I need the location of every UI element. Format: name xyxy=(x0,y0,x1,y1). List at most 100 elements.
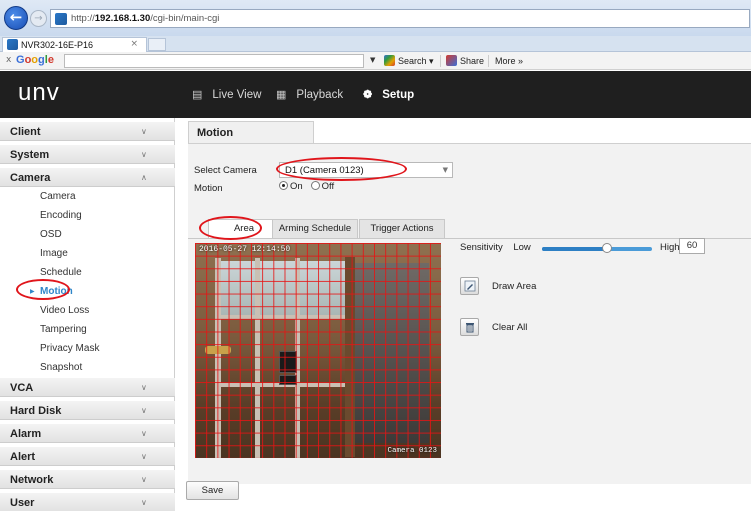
select-camera-label: Select Camera xyxy=(194,165,257,176)
sidebar-item-privacy-mask[interactable]: Privacy Mask xyxy=(40,343,99,354)
share-icon xyxy=(446,55,457,66)
toolbar-separator xyxy=(488,55,489,67)
chevron-down-icon: ∨ xyxy=(141,452,147,461)
sidebar-item-tampering[interactable]: Tampering xyxy=(40,324,87,335)
sensitivity-slider-handle[interactable] xyxy=(602,243,612,253)
sidebar-section-alert[interactable]: Alert ∨ xyxy=(0,447,175,466)
url-text: http://192.168.1.30/cgi-bin/main-cgi xyxy=(71,13,220,24)
google-search-input[interactable] xyxy=(64,54,364,68)
sensitivity-slider-fill xyxy=(542,247,607,251)
sidebar-item-camera[interactable]: Camera xyxy=(40,191,76,202)
selected-arrow-icon: ▶ xyxy=(30,288,35,295)
chevron-down-icon: ▼ xyxy=(442,166,448,174)
sidebar-section-label: Hard Disk xyxy=(10,405,62,417)
back-button[interactable]: ← xyxy=(4,6,28,30)
google-search-icon xyxy=(384,55,395,66)
draw-area-button[interactable] xyxy=(460,277,479,295)
browser-tab[interactable]: NVR302-16E-P16 × xyxy=(2,37,147,52)
chevron-down-icon: ∨ xyxy=(141,429,147,438)
chevron-down-icon: ∨ xyxy=(141,127,147,136)
chevron-up-icon: ∧ xyxy=(141,173,147,182)
draw-area-label: Draw Area xyxy=(492,281,537,292)
sidebar-section-label: Camera xyxy=(10,172,51,184)
forward-button[interactable]: → xyxy=(30,10,47,27)
sidebar-item-encoding[interactable]: Encoding xyxy=(40,210,82,221)
sidebar-section-network[interactable]: Network ∨ xyxy=(0,470,175,489)
chevron-down-icon: ∨ xyxy=(141,406,147,415)
sidebar-item-snapshot[interactable]: Snapshot xyxy=(40,362,82,373)
chevron-down-icon: ∨ xyxy=(141,498,147,507)
monitor-icon: ▤ xyxy=(192,89,203,101)
chevron-down-icon: ∨ xyxy=(141,150,147,159)
sidebar-section-camera[interactable]: Camera ∧ xyxy=(0,168,175,187)
motion-on-radio[interactable]: On xyxy=(279,181,303,192)
sidebar-item-motion[interactable]: Motion xyxy=(40,286,73,297)
more-button[interactable]: More » xyxy=(495,54,523,68)
sidebar-section-label: Network xyxy=(10,474,54,486)
tab-area[interactable]: Area xyxy=(208,219,280,239)
site-favicon-icon xyxy=(55,13,67,25)
radio-checked-icon xyxy=(279,181,288,190)
sidebar-section-label: System xyxy=(10,149,50,161)
radio-unchecked-icon xyxy=(310,181,320,190)
video-preview[interactable]: 2016-05-27 12:14:50 Camera 0123 xyxy=(195,243,441,458)
sidebar-section-label: User xyxy=(10,497,35,509)
sidebar-section-alarm[interactable]: Alarm ∨ xyxy=(0,424,175,443)
sidebar-item-schedule[interactable]: Schedule xyxy=(40,267,82,278)
clear-all-button[interactable] xyxy=(460,318,479,336)
sidebar-section-label: Client xyxy=(10,126,41,138)
sensitivity-value-input[interactable]: 60 xyxy=(679,238,705,254)
sensitivity-label: Sensitivity Low xyxy=(460,242,531,253)
address-bar[interactable]: http://192.168.1.30/cgi-bin/main-cgi xyxy=(50,9,750,28)
new-tab-button[interactable] xyxy=(148,38,166,51)
google-logo: Google xyxy=(16,54,54,66)
sidebar-section-system[interactable]: System ∨ xyxy=(0,145,175,164)
sidebar: Client ∨ System ∨ Camera ∧ Camera Encoding … xyxy=(0,118,175,511)
sidebar-section-hard-disk[interactable]: Hard Disk ∨ xyxy=(0,401,175,420)
sensitivity-high-label: High xyxy=(660,242,680,253)
sidebar-section-user[interactable]: User ∨ xyxy=(0,493,175,511)
tab-close-icon[interactable]: × xyxy=(130,39,138,49)
nav-live-view[interactable]: ▤ Live View xyxy=(192,88,261,101)
sidebar-item-image[interactable]: Image xyxy=(40,248,68,259)
video-timestamp: 2016-05-27 12:14:50 xyxy=(199,245,291,254)
chevron-down-icon: ∨ xyxy=(141,383,147,392)
sidebar-section-label: Alert xyxy=(10,451,36,463)
save-button[interactable]: Save xyxy=(186,481,239,500)
browser-tab-strip: NVR302-16E-P16 × xyxy=(0,36,751,52)
tab-arming-schedule[interactable]: Arming Schedule xyxy=(272,219,358,238)
playback-film-icon: ▦ xyxy=(276,89,287,101)
sidebar-item-video-loss[interactable]: Video Loss xyxy=(40,305,89,316)
gear-icon: ❁ xyxy=(363,89,373,101)
motion-off-radio[interactable]: Off xyxy=(310,181,334,192)
sidebar-section-label: Alarm xyxy=(10,428,42,440)
tab-favicon-icon xyxy=(7,39,18,50)
page-title: Motion xyxy=(197,127,234,139)
sidebar-section-client[interactable]: Client ∨ xyxy=(0,122,175,141)
tab-trigger-actions[interactable]: Trigger Actions xyxy=(359,219,445,238)
toolbar-close-icon[interactable]: x xyxy=(6,55,11,65)
sidebar-item-osd[interactable]: OSD xyxy=(40,229,62,240)
search-dropdown-icon[interactable]: ▼ xyxy=(370,56,375,64)
sidebar-section-label: VCA xyxy=(10,382,34,394)
google-search-button[interactable]: Search ▾ xyxy=(384,54,434,68)
sensitivity-low-label: Low xyxy=(513,242,531,253)
nav-playback[interactable]: ▦ Playback xyxy=(276,88,343,101)
brand-logo: unv xyxy=(18,79,60,106)
motion-radio-group: On Off xyxy=(279,181,334,192)
chevron-down-icon: ∨ xyxy=(141,475,147,484)
divider xyxy=(188,238,751,239)
motion-label: Motion xyxy=(194,183,223,194)
tab-title: NVR302-16E-P16 xyxy=(21,40,94,50)
sidebar-section-vca[interactable]: VCA ∨ xyxy=(0,378,175,397)
camera-select[interactable]: D1 (Camera 0123) ▼ xyxy=(279,162,453,178)
sensitivity-slider[interactable] xyxy=(542,243,652,253)
main-content: Motion Select Camera D1 (Camera 0123) ▼ … xyxy=(176,118,751,511)
nav-setup[interactable]: ❁ Setup xyxy=(363,88,414,101)
motion-detection-grid[interactable] xyxy=(195,243,441,458)
video-camera-label: Camera 0123 xyxy=(387,447,437,455)
share-button[interactable]: Share xyxy=(446,54,484,68)
toolbar-separator xyxy=(440,55,441,67)
page-title-tab: Motion xyxy=(188,121,314,143)
pencil-icon xyxy=(464,280,476,292)
